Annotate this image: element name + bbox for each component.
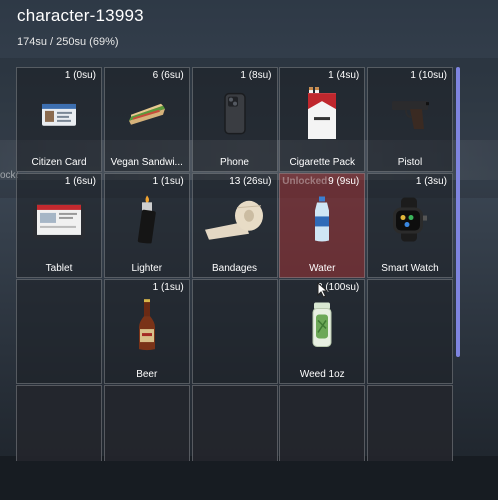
inventory-title: character-13993 bbox=[17, 6, 144, 25]
inventory-slot[interactable]: 1 (6su) Tablet bbox=[16, 173, 102, 278]
smart-watch-icon bbox=[389, 197, 431, 247]
item-quantity: 9 (9su) bbox=[328, 176, 360, 187]
weed-jar-icon bbox=[310, 302, 334, 354]
item-quantity: 1 (6su) bbox=[64, 176, 96, 187]
inventory-scrollbar[interactable] bbox=[456, 67, 460, 357]
tablet-icon bbox=[33, 201, 85, 244]
item-name: Vegan Sandwi... bbox=[110, 156, 183, 168]
item-quantity: 13 (26su) bbox=[229, 176, 272, 187]
item-name: Lighter bbox=[131, 262, 163, 274]
inventory-slot[interactable]: 6 (6su) Vegan Sandwi... bbox=[103, 67, 190, 172]
item-quantity: 1 (0su) bbox=[64, 70, 96, 81]
inventory-slot[interactable]: 13 (26su) Bandages bbox=[191, 173, 278, 278]
pistol-icon bbox=[390, 97, 430, 136]
inventory-slot[interactable]: 1 (1su) Lighter bbox=[103, 173, 190, 278]
item-quantity: 1 (3su) bbox=[415, 176, 447, 187]
item-name: Tablet bbox=[45, 262, 73, 274]
background-bottom bbox=[0, 456, 498, 500]
capacity-readout: 174su / 250su (69%) bbox=[17, 36, 119, 48]
item-quantity: 1 (10su) bbox=[410, 70, 447, 81]
sandwich-icon bbox=[127, 103, 167, 132]
cigarette-pack-icon bbox=[306, 87, 338, 144]
item-quantity: 1 (4su) bbox=[328, 70, 360, 81]
item-quantity: 6 (6su) bbox=[152, 70, 184, 81]
inventory-slot[interactable]: 1 (1su) Beer bbox=[103, 279, 190, 384]
inventory-slot[interactable] bbox=[16, 385, 102, 461]
inventory-slot[interactable] bbox=[103, 385, 190, 461]
inventory-slot[interactable]: 1 (0su) Citizen Card bbox=[16, 67, 102, 172]
item-name: Bandages bbox=[211, 262, 258, 274]
inventory-slot[interactable]: 1 (3su) Smart Watch bbox=[367, 173, 453, 278]
water-bottle-icon bbox=[313, 196, 331, 248]
inventory-slot[interactable] bbox=[279, 385, 366, 461]
item-name: Beer bbox=[136, 368, 158, 380]
inventory-slot[interactable] bbox=[191, 385, 278, 461]
inventory-slot[interactable] bbox=[16, 279, 102, 384]
phone-icon bbox=[223, 93, 246, 140]
inventory-slot[interactable] bbox=[191, 279, 278, 384]
beer-bottle-icon bbox=[138, 299, 156, 356]
background-text: Unlocked bbox=[282, 176, 328, 187]
bandage-icon bbox=[204, 200, 265, 245]
item-quantity: 1 (1su) bbox=[152, 282, 184, 293]
item-quantity: 1 (1su) bbox=[152, 176, 184, 187]
inventory-slot[interactable]: 1 (4su) Cigarette Pack bbox=[279, 67, 366, 172]
inventory-slot[interactable]: 1 (8su) Phone bbox=[191, 67, 278, 172]
item-name: Citizen Card bbox=[31, 156, 87, 168]
item-name: Pistol bbox=[397, 156, 423, 168]
item-name: Smart Watch bbox=[381, 262, 439, 274]
item-name: Phone bbox=[220, 156, 249, 168]
inventory-slot[interactable] bbox=[367, 279, 453, 384]
mouse-cursor-icon bbox=[317, 281, 329, 303]
inventory-slot[interactable] bbox=[367, 385, 453, 461]
item-name: Weed 1oz bbox=[299, 368, 345, 380]
inventory-slot[interactable]: Unlocked 9 (9su) Water bbox=[279, 173, 366, 278]
item-name: Cigarette Pack bbox=[289, 156, 356, 168]
item-name: Water bbox=[309, 262, 336, 274]
item-quantity: 1 (8su) bbox=[240, 70, 272, 81]
inventory-grid: 1 (0su) Citizen Card 6 (6su) Vegan Sandw… bbox=[16, 67, 453, 461]
id-card-icon bbox=[42, 104, 76, 131]
inventory-slot[interactable]: 1 (10su) Pistol bbox=[367, 67, 453, 172]
lighter-icon bbox=[135, 195, 159, 249]
